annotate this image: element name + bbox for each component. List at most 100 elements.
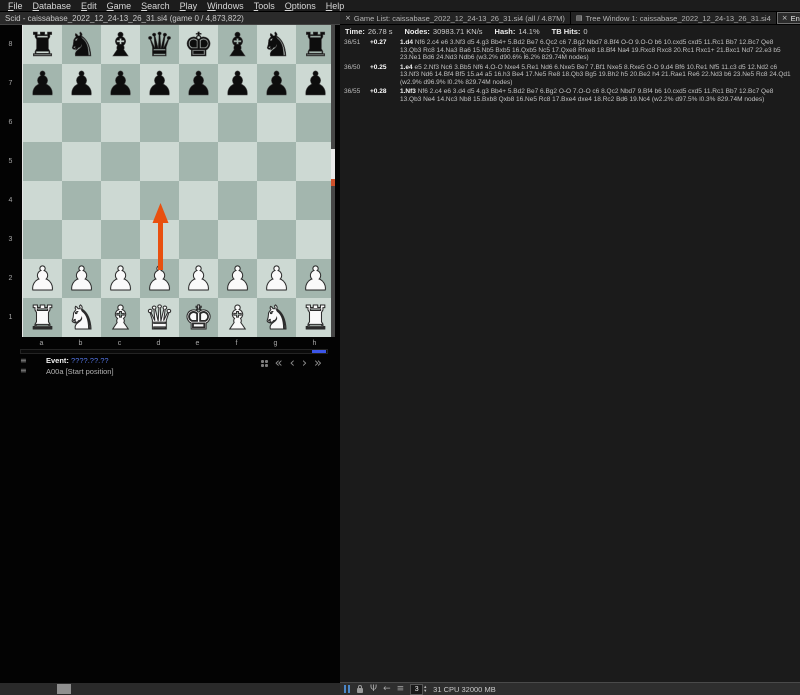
square-b2[interactable]: ♟ [62,259,101,298]
square-g5[interactable] [257,142,296,181]
square-a6[interactable] [23,103,62,142]
square-h1[interactable]: ♜ [296,298,335,337]
spinner-arrows[interactable]: ▲ ▼ [423,684,427,695]
square-f1[interactable]: ♝ [218,298,257,337]
move-options-icon[interactable] [261,360,268,367]
menu-icon[interactable]: ≡ [20,367,27,375]
square-d6[interactable] [140,103,179,142]
square-a4[interactable] [23,181,62,220]
square-g1[interactable]: ♞ [257,298,296,337]
square-e6[interactable] [179,103,218,142]
square-h5[interactable] [296,142,335,181]
square-g3[interactable] [257,220,296,259]
menu-item-file[interactable]: File [3,0,28,12]
menu-item-help[interactable]: Help [321,0,350,12]
square-f5[interactable] [218,142,257,181]
close-icon[interactable]: × [782,14,788,22]
square-e8[interactable]: ♚ [179,25,218,64]
menu-item-windows[interactable]: Windows [202,0,249,12]
square-h2[interactable]: ♟ [296,259,335,298]
eval-gauge-thumb[interactable] [331,149,335,179]
square-a3[interactable] [23,220,62,259]
square-f6[interactable] [218,103,257,142]
square-d7[interactable]: ♟ [140,64,179,103]
menu-item-tools[interactable]: Tools [249,0,280,12]
game-progress-bar[interactable] [20,349,328,354]
back-button[interactable]: ‹ [290,357,295,370]
square-g8[interactable]: ♞ [257,25,296,64]
square-d2[interactable]: ♟ [140,259,179,298]
tree-window-icon[interactable]: ▤ [576,14,583,22]
tab-game-list[interactable]: × Game List: caissabase_2022_12_24-13_26… [340,12,571,24]
pause-button[interactable] [344,685,350,693]
square-h6[interactable] [296,103,335,142]
square-e1[interactable]: ♚ [179,298,218,337]
engine-line[interactable]: 36/50 +0.25 1.e4 e5 2.Nf3 Nc6 3.Bb5 Nf6 … [344,64,796,87]
square-g4[interactable] [257,181,296,220]
menu-item-play[interactable]: Play [175,0,203,12]
square-b7[interactable]: ♟ [62,64,101,103]
square-c3[interactable] [101,220,140,259]
back-arrow-button[interactable]: ← [383,684,391,695]
goto-start-button[interactable]: « [275,357,283,370]
square-e3[interactable] [179,220,218,259]
square-c1[interactable]: ♝ [101,298,140,337]
engine-line[interactable]: 36/51 +0.27 1.d4 Nf6 2.c4 e6 3.Nf3 d5 4.… [344,39,796,62]
square-g6[interactable] [257,103,296,142]
square-f3[interactable] [218,220,257,259]
square-h7[interactable]: ♟ [296,64,335,103]
square-c2[interactable]: ♟ [101,259,140,298]
menu-item-game[interactable]: Game [102,0,137,12]
square-d1[interactable]: ♛ [140,298,179,337]
event-date-link[interactable]: ????.??.?? [71,356,109,365]
close-icon[interactable]: × [345,14,351,22]
pane-grip[interactable] [57,684,71,694]
engine-line[interactable]: 36/55 +0.28 1.Nf3 Nf6 2.c4 e6 3.d4 d5 4.… [344,88,796,103]
square-b5[interactable] [62,142,101,181]
square-f7[interactable]: ♟ [218,64,257,103]
square-a8[interactable]: ♜ [23,25,62,64]
tab-engine-stockfish[interactable]: × Engine: Stockfish [777,12,800,24]
square-a5[interactable] [23,142,62,181]
square-c7[interactable]: ♟ [101,64,140,103]
square-a1[interactable]: ♜ [23,298,62,337]
square-c4[interactable] [101,181,140,220]
square-b1[interactable]: ♞ [62,298,101,337]
uci-settings-button[interactable]: Ψ [370,684,377,695]
menu-item-search[interactable]: Search [136,0,175,12]
square-h3[interactable] [296,220,335,259]
square-h8[interactable]: ♜ [296,25,335,64]
square-c5[interactable] [101,142,140,181]
menu-item-edit[interactable]: Edit [76,0,102,12]
square-f8[interactable]: ♝ [218,25,257,64]
lines-list-button[interactable]: ≡ [397,684,405,695]
square-g2[interactable]: ♟ [257,259,296,298]
square-a2[interactable]: ♟ [23,259,62,298]
square-d5[interactable] [140,142,179,181]
square-h4[interactable] [296,181,335,220]
square-b8[interactable]: ♞ [62,25,101,64]
square-e7[interactable]: ♟ [179,64,218,103]
menu-item-options[interactable]: Options [280,0,321,12]
forward-button[interactable]: › [302,357,307,370]
square-e5[interactable] [179,142,218,181]
square-f2[interactable]: ♟ [218,259,257,298]
menu-item-database[interactable]: Database [28,0,77,12]
spin-down-icon[interactable]: ▼ [423,689,427,693]
square-f4[interactable] [218,181,257,220]
square-d4[interactable] [140,181,179,220]
menu-icon[interactable]: ≡ [20,357,27,365]
multipv-spinbox[interactable]: 3 ▲ ▼ [410,684,427,695]
goto-end-button[interactable]: » [314,357,322,370]
square-d8[interactable]: ♛ [140,25,179,64]
tab-tree-window[interactable]: ▤ Tree Window 1: caissabase_2022_12_24-1… [571,12,777,24]
square-e2[interactable]: ♟ [179,259,218,298]
square-c6[interactable] [101,103,140,142]
multipv-value[interactable]: 3 [410,684,423,695]
square-b3[interactable] [62,220,101,259]
square-c8[interactable]: ♝ [101,25,140,64]
square-a7[interactable]: ♟ [23,64,62,103]
square-d3[interactable] [140,220,179,259]
square-b6[interactable] [62,103,101,142]
square-e4[interactable] [179,181,218,220]
